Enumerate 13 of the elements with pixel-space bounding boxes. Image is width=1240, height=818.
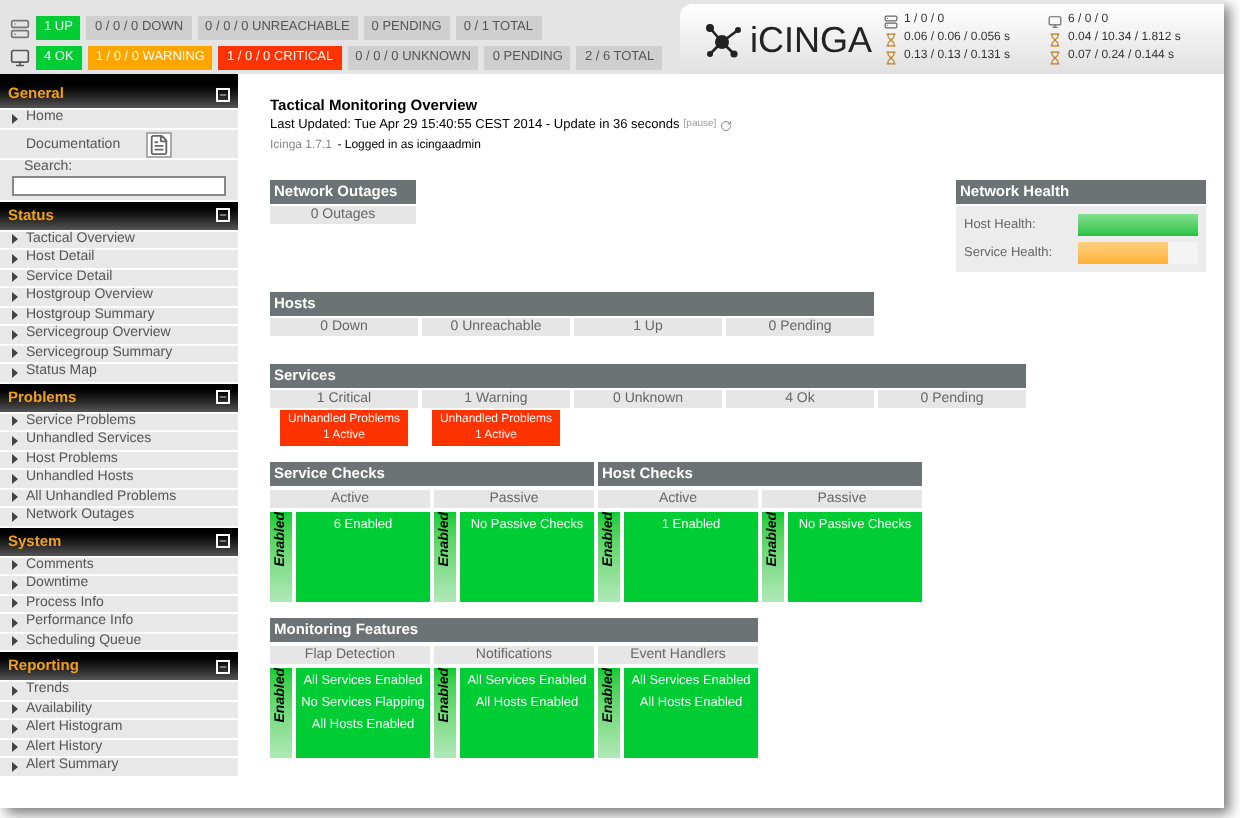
refresh-icon[interactable] [720,120,733,133]
server-icon [10,17,30,39]
logo-wordmark: iCINGA [750,21,873,57]
search-field[interactable] [12,175,226,195]
collapse-icon[interactable] [216,659,230,673]
arrow-icon [12,113,18,124]
collapse-icon[interactable] [216,390,230,404]
network-node-logo-icon [704,19,744,59]
collapse-icon[interactable] [216,208,230,222]
document-icon[interactable] [146,131,172,157]
monitor-icon [10,48,30,68]
collapse-icon[interactable] [216,87,230,101]
collapse-icon[interactable] [216,534,230,548]
